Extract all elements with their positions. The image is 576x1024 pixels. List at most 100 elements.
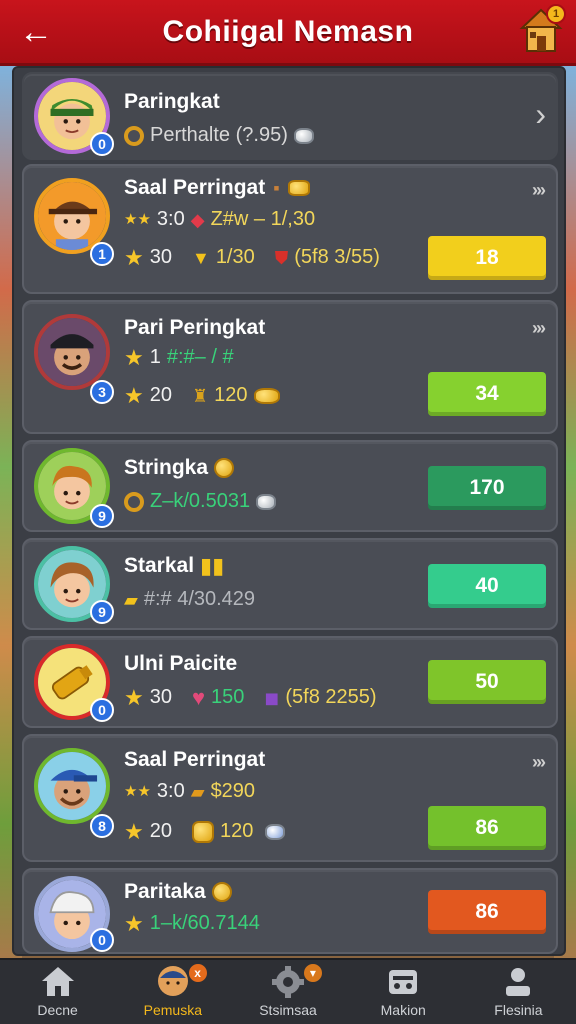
coin-value: 120 [219, 820, 254, 842]
stat-line-1: ★ 30 ♥ 150 ◼ (5f8 2255) [124, 686, 377, 709]
nav-person[interactable]: Flesinia [461, 960, 576, 1024]
stat-text: #:#– / # [166, 346, 234, 368]
leaderboard-row[interactable]: 0 Ulni Paicite ★ 30 ♥ 150 ◼ (5f8 2255) 5… [22, 636, 558, 728]
stat-line-2: ★ 20 ♜ 120 [124, 384, 280, 407]
trophy-icon: ♜ [191, 385, 209, 406]
player-name: Paringkat [124, 90, 220, 113]
player-face-icon [38, 752, 106, 820]
leaderboard-row[interactable]: 8 Saal Perringat ››› ★★ 3:0 ▰ $290 ★ 20 … [22, 734, 558, 862]
stars-value: 3:0 [156, 208, 185, 230]
trophy-value: 120 [214, 384, 248, 406]
player-name-text: Starkal [124, 554, 195, 577]
rank-badge: 1 [90, 242, 114, 266]
score-button[interactable]: 86 [428, 890, 546, 934]
bottom-navigation: Decne x Pemuska ▾ Stsimsaa Makion Flesin… [0, 958, 576, 1024]
rank-badge: 3 [90, 380, 114, 404]
ruby-icon: ◆ [190, 209, 205, 230]
treasure-chest-icon: ▪ [273, 178, 280, 198]
stat-line-1: ▰ #:# 4/30.429 [124, 588, 255, 611]
leaderboard-row[interactable]: 0 Paritaka ★ 1–k/60.7144 86 [22, 868, 558, 954]
rank-badge: 9 [90, 504, 114, 528]
coin-icon [211, 882, 232, 902]
stat-text: Z#w – 1/,30 [210, 208, 316, 230]
ring-icon [124, 491, 144, 512]
star-icon: ★ [124, 244, 144, 270]
ring-icon [124, 125, 144, 146]
player-name-text: Saal Perringat [124, 176, 266, 199]
nav-profile[interactable]: x Pemuska [115, 960, 230, 1024]
nav-label: Decne [37, 1002, 78, 1018]
coin-stack-icon [191, 820, 214, 843]
shield-icon: ⛊ [274, 247, 289, 268]
score-button[interactable]: 170 [428, 466, 546, 510]
stat-line-1: Z–k/0.5031 [124, 490, 277, 513]
rank-badge: 0 [90, 132, 114, 156]
shield-value: (5f8 3/55) [294, 246, 380, 268]
home-icon [41, 967, 74, 996]
stat-line-2: ★ 30 ▼ 1/30 ⛊ (5f8 3/55) [124, 246, 380, 269]
star-count: 20 [149, 820, 172, 842]
silver-coin-icon [293, 127, 314, 144]
close-badge-icon[interactable]: x [186, 962, 209, 984]
star-count: 30 [149, 686, 172, 708]
star-icon: ★ [124, 684, 144, 710]
notification-badge: 1 [546, 4, 566, 24]
stat-line-1: ★ 1–k/60.7144 [124, 912, 260, 935]
player-name: Saal Perringat [124, 748, 266, 771]
score-button[interactable]: 18 [428, 236, 546, 280]
nav-home[interactable]: Decne [0, 960, 115, 1024]
nav-label: Makion [380, 1002, 426, 1018]
nav-label: Flesinia [494, 1002, 543, 1018]
player-face-icon [38, 182, 106, 250]
player-name: Ulni Paicite [124, 652, 238, 675]
gold-ingot-icon: ▰ [124, 589, 138, 610]
back-arrow-icon[interactable]: ← [16, 12, 56, 52]
score-button[interactable]: 86 [428, 806, 546, 850]
stat-line-1: ★★ 3:0 ▰ $290 [124, 780, 255, 803]
stars-value: 3:0 [156, 780, 185, 802]
score-button[interactable]: 34 [428, 372, 546, 416]
silver-coin-icon [256, 493, 277, 510]
nav-label: Stsimsaa [259, 1002, 317, 1018]
chevron-right-icon[interactable]: › [535, 96, 546, 133]
nav-label: Pemuska [143, 1002, 202, 1018]
chevron-icon[interactable]: ››› [532, 752, 546, 773]
star-icon: ★ [124, 382, 144, 408]
current-player-row[interactable]: 0 Paringkat Perthalte (?.95) › [22, 72, 558, 160]
rank-badge: 0 [90, 928, 114, 952]
leaderboard-panel: 0 Paringkat Perthalte (?.95) › 1 Saal Pe… [12, 66, 566, 956]
chevron-icon[interactable]: ››› [532, 318, 546, 339]
rank-badge: 8 [90, 814, 114, 838]
dropdown-badge-icon[interactable]: ▾ [301, 962, 324, 984]
stars-icon: ★★ [124, 783, 151, 800]
stat-text: 1–k/60.7144 [149, 912, 260, 934]
stat-line-1: ★ 1 #:#– / # [124, 346, 234, 369]
player-name: Paritaka [124, 880, 232, 904]
leaderboard-row[interactable]: 1 Saal Perringat ▪ ››› ★★ 3:0 ◆ Z#w – 1/… [22, 164, 558, 294]
player-stat-line: Perthalte (?.95) [124, 124, 314, 147]
chevron-icon[interactable]: ››› [532, 180, 546, 201]
house-button[interactable]: 1 [518, 4, 566, 56]
chevron-rank-icon: ▼ [191, 247, 210, 268]
coin-icon [253, 387, 280, 404]
player-name-text: Paritaka [124, 880, 206, 903]
potion-box-icon: ◼ [264, 687, 280, 708]
player-name: Pari Peringkat [124, 316, 266, 339]
leaderboard-row[interactable]: 3 Pari Peringkat ››› ★ 1 #:#– / # ★ 20 ♜… [22, 300, 558, 434]
leaderboard-row[interactable]: 9 Stringka Z–k/0.5031 170 [22, 440, 558, 532]
star-icon: ★ [124, 818, 144, 844]
nav-settings[interactable]: ▾ Stsimsaa [230, 960, 345, 1024]
stat-text: Perthalte (?.95) [150, 124, 288, 146]
nav-shop[interactable]: Makion [346, 960, 461, 1024]
person-icon [506, 968, 531, 996]
player-name: Saal Perringat ▪ [124, 176, 310, 200]
coin-icon [214, 458, 235, 478]
star-count: 30 [149, 246, 172, 268]
score-button[interactable]: 50 [428, 660, 546, 704]
score-button[interactable]: 40 [428, 564, 546, 608]
stat-line-1: ★★ 3:0 ◆ Z#w – 1/,30 [124, 208, 315, 231]
leaderboard-row[interactable]: 9 Starkal ▮▮ ▰ #:# 4/30.429 40 [22, 538, 558, 630]
coin-stack-icon [287, 180, 310, 196]
shop-icon [389, 970, 418, 994]
stat-text: (5f8 2255) [285, 686, 377, 708]
